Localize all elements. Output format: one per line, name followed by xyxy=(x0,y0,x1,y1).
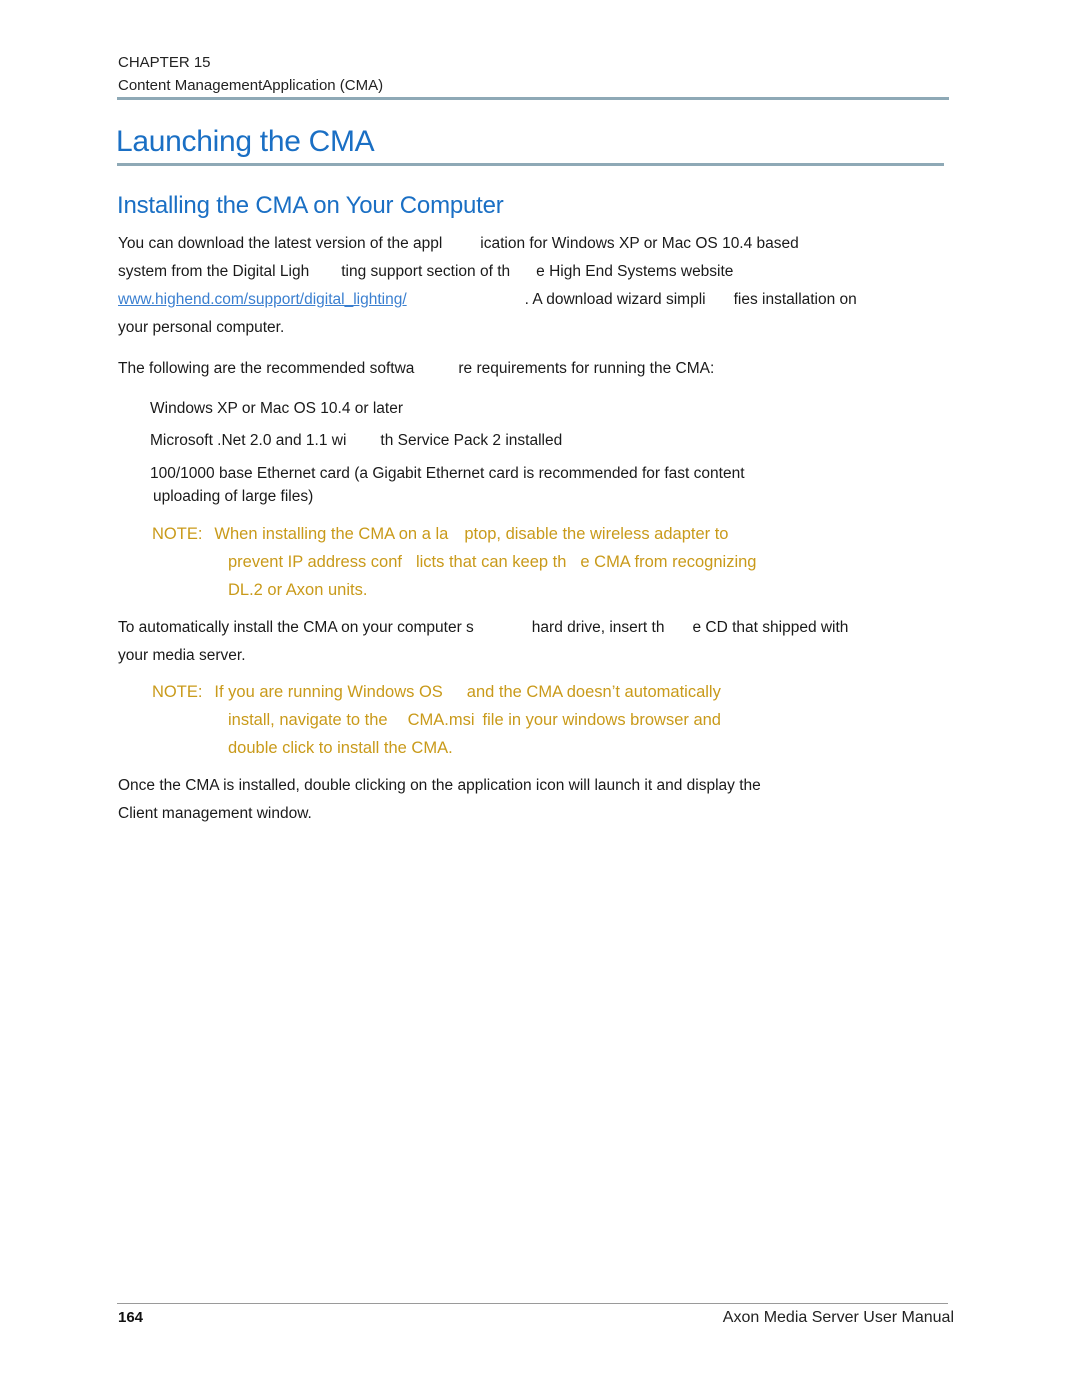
chapter-title: Content ManagementApplication (CMA) xyxy=(118,77,384,94)
closing-line-1: Once the CMA is installed, double clicki… xyxy=(118,777,761,794)
text-fragment: When installing the CMA on a la xyxy=(214,525,449,543)
text-fragment: ting support section of th xyxy=(341,263,511,280)
header-divider xyxy=(117,97,949,100)
manual-title: Axon Media Server User Manual xyxy=(722,1309,954,1326)
note-warning-line: prevent IP address conf licts that can ke… xyxy=(228,548,756,576)
note-label: NOTE: xyxy=(152,683,203,701)
section-heading: Installing the CMA on Your Computer xyxy=(117,192,504,219)
text-fragment: th Service Pack 2 installed xyxy=(380,432,563,449)
requirement-item: Microsoft .Net 2.0 and 1.1 wi th Service … xyxy=(150,427,562,455)
text-fragment: . A download wizard simpli xyxy=(524,291,706,308)
intro-line-4: your personal computer. xyxy=(118,319,285,336)
text-fragment: The following are the recommended softwa xyxy=(118,360,415,377)
text-fragment: system from the Digital Ligh xyxy=(118,263,310,280)
text-fragment: e High End Systems website xyxy=(536,263,734,280)
requirement-item-continued: uploading of large files) xyxy=(153,488,314,505)
intro-line-1: You can download the latest version of t… xyxy=(118,230,799,258)
note-warning-line: DL.2 or Axon units. xyxy=(228,581,368,599)
filename: CMA.msi xyxy=(407,711,475,729)
note-warning: NOTE: When installing the CMA on a la ptop… xyxy=(152,520,728,548)
text-fragment: hard drive, insert th xyxy=(531,619,665,636)
text-fragment: licts that can keep th xyxy=(415,553,567,571)
note-label: NOTE: xyxy=(152,525,203,543)
support-link[interactable]: www.highend.com/support/digital_lighting… xyxy=(118,291,407,308)
requirements-lead: The following are the recommended softwa… xyxy=(118,355,714,383)
page-number: 164 xyxy=(118,1309,144,1326)
note-windows-line: double click to install the CMA. xyxy=(228,739,453,757)
text-fragment: install, navigate to the xyxy=(228,711,388,729)
chapter-label: CHAPTER 15 xyxy=(118,54,211,71)
text-fragment: e CMA from recognizing xyxy=(580,553,757,571)
note-windows: NOTE: If you are running Windows OS and th… xyxy=(152,678,721,706)
auto-install-line-1: To automatically install the CMA on your… xyxy=(118,614,848,642)
closing-line-2: Client management window. xyxy=(118,805,312,822)
text-fragment: To automatically install the CMA on your… xyxy=(118,619,474,636)
requirement-item: Windows XP or Mac OS 10.4 or later xyxy=(150,400,403,417)
auto-install-line-2: your media server. xyxy=(118,647,246,664)
intro-line-3: www.highend.com/support/digital_lighting… xyxy=(118,286,857,314)
text-fragment: Microsoft .Net 2.0 and 1.1 wi xyxy=(150,432,347,449)
text-fragment: ication for Windows XP or Mac OS 10.4 ba… xyxy=(480,235,799,252)
text-fragment: file in your windows browser and xyxy=(482,711,721,729)
footer-divider xyxy=(117,1303,948,1304)
intro-line-2: system from the Digital Ligh ting support… xyxy=(118,258,733,286)
page-title: Launching the CMA xyxy=(116,125,375,158)
title-divider xyxy=(117,163,944,166)
text-fragment: fies installation on xyxy=(733,291,857,308)
text-fragment: e CD that shipped with xyxy=(692,619,849,636)
text-fragment: ptop, disable the wireless adapter to xyxy=(464,525,729,543)
text-fragment: and the CMA doesn’t automatically xyxy=(466,683,721,701)
note-windows-line: install, navigate to the CMA.msi file in y… xyxy=(228,706,721,734)
text-fragment: prevent IP address conf xyxy=(228,553,402,571)
text-fragment: You can download the latest version of t… xyxy=(118,235,443,252)
text-fragment: re requirements for running the CMA: xyxy=(458,360,715,377)
text-fragment: If you are running Windows OS xyxy=(214,683,443,701)
